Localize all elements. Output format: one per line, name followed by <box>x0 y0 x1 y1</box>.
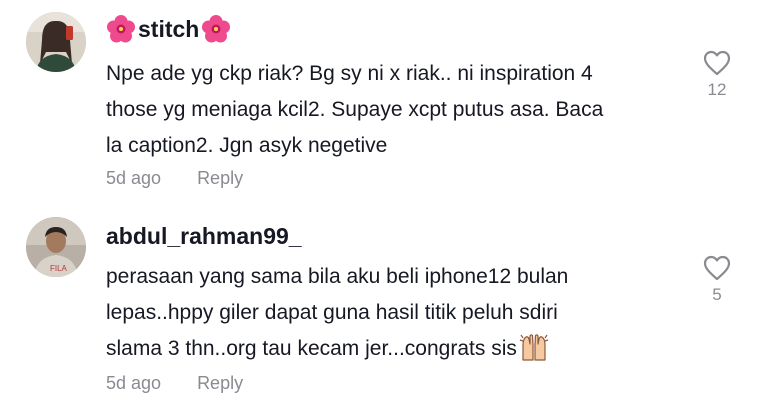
like-button[interactable]: 5 <box>700 255 734 305</box>
username-text: stitch <box>138 15 200 42</box>
hibiscus-icon <box>202 15 231 43</box>
comment-time: 5d ago <box>106 373 162 393</box>
like-count: 5 <box>712 285 722 304</box>
comment-time: 5d ago <box>106 168 162 188</box>
svg-text:FILA: FILA <box>50 264 68 273</box>
avatar[interactable] <box>26 12 86 72</box>
heart-outline-icon <box>703 255 731 281</box>
like-count: 12 <box>707 80 727 99</box>
comment-meta: 5d ago Reply <box>106 168 243 189</box>
comment-text-fragment: slama 3 thn..org tau kecam jer...congrat… <box>106 337 517 360</box>
comment-text-line: those yg meniaga kcil2. Supaye xcpt putu… <box>106 98 604 121</box>
reply-button[interactable]: Reply <box>197 168 243 189</box>
comment-meta: 5d ago Reply <box>106 373 243 394</box>
comment-text: perasaan yang sama bila aku beli iphone1… <box>106 259 686 367</box>
comment-text-line: la caption2. Jgn asyk negetive <box>106 134 388 157</box>
comment-text-line: perasaan yang sama bila aku beli iphone1… <box>106 265 569 288</box>
username[interactable]: stitch <box>106 14 231 44</box>
comment-text-line: Npe ade yg ckp riak? Bg sy ni x riak.. n… <box>106 62 593 85</box>
reply-button[interactable]: Reply <box>197 373 243 394</box>
comment-text: Npe ade yg ckp riak? Bg sy ni x riak.. n… <box>106 56 686 164</box>
comment-text-line: lepas..hppy giler dapat guna hasil titik… <box>106 301 558 324</box>
raising-hands-icon <box>519 334 549 361</box>
comment-text-line: slama 3 thn..org tau kecam jer...congrat… <box>106 331 686 367</box>
comment-item: stitch Npe ade yg ckp riak? Bg sy ni x r… <box>0 0 768 200</box>
heart-outline-icon <box>703 50 731 76</box>
username-text: abdul_rahman99_ <box>106 223 302 249</box>
like-button[interactable]: 12 <box>700 50 734 100</box>
hibiscus-icon <box>107 15 135 43</box>
avatar[interactable]: FILA <box>26 217 86 277</box>
username[interactable]: abdul_rahman99_ <box>106 223 302 250</box>
comment-item: FILA abdul_rahman99_ perasaan yang sama … <box>0 205 768 405</box>
